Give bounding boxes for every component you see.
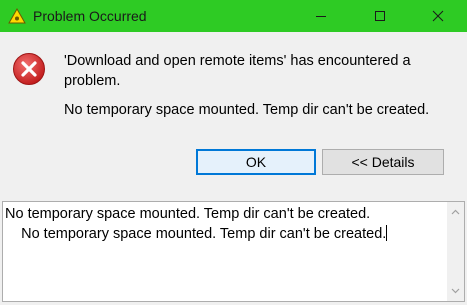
text-caret — [386, 225, 388, 241]
ok-button[interactable]: OK — [196, 149, 316, 175]
minimize-button[interactable] — [298, 0, 344, 32]
details-textarea[interactable]: No temporary space mounted. Temp dir can… — [2, 201, 465, 302]
error-reason: No temporary space mounted. Temp dir can… — [64, 102, 430, 118]
window-title: Problem Occurred — [33, 8, 147, 24]
minimize-icon — [316, 16, 326, 17]
details-toggle-button[interactable]: << Details — [322, 149, 444, 175]
maximize-button[interactable] — [357, 0, 403, 32]
details-line-1: No temporary space mounted. Temp dir can… — [5, 206, 371, 222]
close-button[interactable] — [415, 0, 461, 32]
knime-app-icon — [8, 8, 26, 24]
maximize-icon — [375, 11, 385, 21]
error-icon — [13, 53, 45, 85]
close-icon — [432, 10, 444, 22]
scroll-down-icon[interactable] — [451, 288, 460, 294]
details-line-2: No temporary space mounted. Temp dir can… — [5, 226, 387, 242]
vertical-scrollbar[interactable] — [447, 202, 464, 301]
error-message: 'Download and open remote items' has enc… — [64, 53, 411, 89]
scroll-up-icon[interactable] — [451, 209, 460, 215]
details-content: No temporary space mounted. Temp dir can… — [5, 204, 388, 244]
title-bar[interactable]: Problem Occurred — [0, 0, 467, 32]
